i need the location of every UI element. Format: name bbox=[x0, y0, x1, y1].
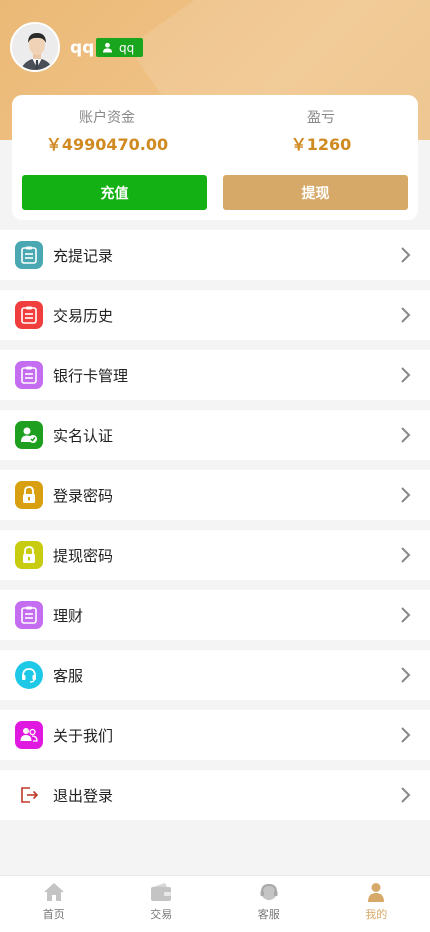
lock-icon bbox=[15, 541, 43, 569]
menu-item-wealth-management[interactable]: 理财 bbox=[0, 590, 430, 640]
menu-list: 充提记录 交易历史 银行卡管理 实名认证 登录密码 提现密码 理财 客服 关于我… bbox=[0, 230, 430, 830]
chevron-right-icon bbox=[401, 607, 411, 623]
menu-item-bank-card[interactable]: 银行卡管理 bbox=[0, 350, 430, 400]
chevron-right-icon bbox=[401, 427, 411, 443]
chevron-right-icon bbox=[401, 667, 411, 683]
menu-item-login-password[interactable]: 登录密码 bbox=[0, 470, 430, 520]
chevron-right-icon bbox=[401, 247, 411, 263]
users-icon bbox=[15, 721, 43, 749]
tab-mine[interactable]: 我的 bbox=[323, 876, 430, 932]
headset-icon bbox=[15, 661, 43, 689]
lock-icon bbox=[15, 481, 43, 509]
menu-item-logout[interactable]: 退出登录 bbox=[0, 770, 430, 820]
menu-item-label: 交易历史 bbox=[53, 306, 114, 325]
menu-item-about-us[interactable]: 关于我们 bbox=[0, 710, 430, 760]
menu-item-label: 充提记录 bbox=[53, 246, 114, 265]
clipboard-icon bbox=[15, 601, 43, 629]
headset-icon bbox=[260, 883, 278, 900]
tab-label: 客服 bbox=[257, 908, 280, 921]
tab-label: 交易 bbox=[150, 908, 173, 921]
home-icon bbox=[43, 883, 64, 901]
profit-value: ￥1260 bbox=[290, 135, 352, 154]
profit-stat: 盈亏 ￥1260 bbox=[226, 107, 416, 155]
clipboard-icon bbox=[15, 361, 43, 389]
clipboard-icon bbox=[15, 241, 43, 269]
verified-user-icon bbox=[15, 421, 43, 449]
menu-item-label: 退出登录 bbox=[53, 786, 114, 805]
chevron-right-icon bbox=[401, 727, 411, 743]
menu-item-customer-service[interactable]: 客服 bbox=[0, 650, 430, 700]
chevron-right-icon bbox=[401, 367, 411, 383]
user-badge-label: qq bbox=[119, 40, 135, 55]
tab-label: 我的 bbox=[365, 908, 388, 921]
profit-label: 盈亏 bbox=[307, 110, 335, 126]
username: qq bbox=[70, 38, 95, 58]
menu-item-label: 登录密码 bbox=[53, 486, 114, 505]
chevron-right-icon bbox=[401, 787, 411, 803]
balance-stat: 账户资金 ￥4990470.00 bbox=[12, 107, 202, 155]
balance-value: ￥4990470.00 bbox=[45, 135, 169, 154]
menu-item-label: 实名认证 bbox=[53, 426, 114, 445]
user-badge: qq bbox=[96, 38, 144, 57]
menu-item-label: 银行卡管理 bbox=[53, 366, 129, 385]
account-card: 账户资金 ￥4990470.00 盈亏 ￥1260 充值 提现 bbox=[12, 95, 418, 220]
menu-item-real-name-verification[interactable]: 实名认证 bbox=[0, 410, 430, 460]
balance-label: 账户资金 bbox=[79, 110, 135, 126]
tab-trade[interactable]: 交易 bbox=[108, 876, 216, 932]
chevron-right-icon bbox=[401, 487, 411, 503]
menu-item-deposit-withdraw-records[interactable]: 充提记录 bbox=[0, 230, 430, 280]
chevron-right-icon bbox=[401, 307, 411, 323]
avatar[interactable] bbox=[10, 22, 60, 72]
tab-customer-service[interactable]: 客服 bbox=[215, 876, 323, 932]
user-icon bbox=[102, 42, 113, 53]
recharge-button[interactable]: 充值 bbox=[22, 175, 207, 210]
tab-label: 首页 bbox=[42, 908, 65, 921]
withdraw-button[interactable]: 提现 bbox=[223, 175, 408, 210]
menu-item-label: 理财 bbox=[53, 606, 84, 625]
menu-item-label: 关于我们 bbox=[53, 726, 114, 745]
person-icon bbox=[368, 883, 385, 902]
menu-item-trade-history[interactable]: 交易历史 bbox=[0, 290, 430, 340]
menu-item-label: 提现密码 bbox=[53, 546, 114, 565]
bottom-tab-bar: 首页 交易 客服 我的 bbox=[0, 875, 430, 932]
menu-item-label: 客服 bbox=[53, 666, 84, 685]
chevron-right-icon bbox=[401, 547, 411, 563]
logout-icon bbox=[15, 781, 43, 809]
menu-item-withdraw-password[interactable]: 提现密码 bbox=[0, 530, 430, 580]
clipboard-icon bbox=[15, 301, 43, 329]
tab-home[interactable]: 首页 bbox=[0, 876, 108, 932]
wallet-icon bbox=[151, 883, 172, 901]
